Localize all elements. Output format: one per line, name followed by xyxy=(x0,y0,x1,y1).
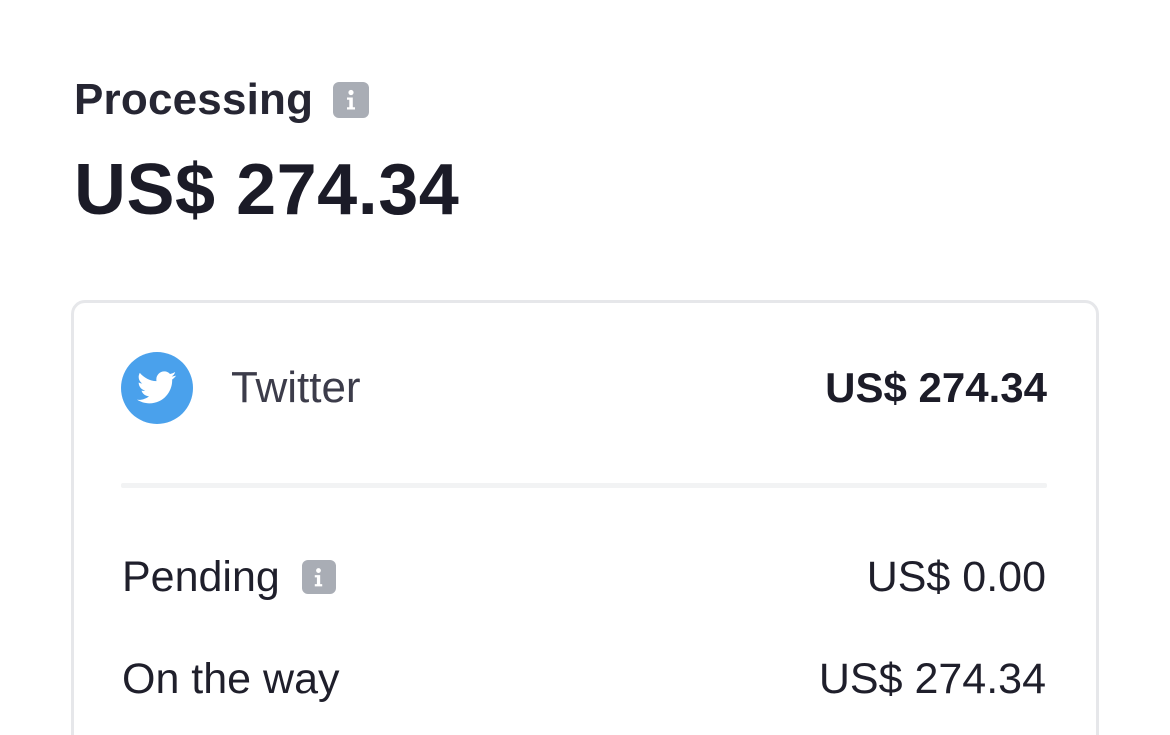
processing-amount: US$ 274.34 xyxy=(74,150,460,230)
twitter-bird-icon xyxy=(121,352,193,424)
account-row-twitter[interactable]: Twitter US$ 274.34 xyxy=(121,351,1047,425)
divider xyxy=(121,483,1047,488)
account-name: Twitter xyxy=(231,363,361,412)
info-icon[interactable] xyxy=(301,560,336,594)
pending-label: Pending xyxy=(122,552,280,601)
processing-header: Processing US$ 274.34 xyxy=(74,74,459,230)
detail-row-on-the-way: On the way US$ 274.34 xyxy=(122,651,1046,707)
processing-balance-page: Processing US$ 274.34 Twitter US$ 274.34… xyxy=(0,0,1170,735)
pending-value: US$ 0.00 xyxy=(866,552,1046,601)
title-row: Processing xyxy=(74,74,459,126)
page-title: Processing xyxy=(74,75,314,124)
account-amount: US$ 274.34 xyxy=(825,364,1047,411)
info-icon[interactable] xyxy=(333,82,370,118)
balance-card: Twitter US$ 274.34 Pending US$ 0.00 On t… xyxy=(71,300,1099,735)
detail-row-pending: Pending US$ 0.00 xyxy=(122,549,1046,605)
on-the-way-label: On the way xyxy=(122,654,340,703)
on-the-way-value: US$ 274.34 xyxy=(818,654,1046,703)
